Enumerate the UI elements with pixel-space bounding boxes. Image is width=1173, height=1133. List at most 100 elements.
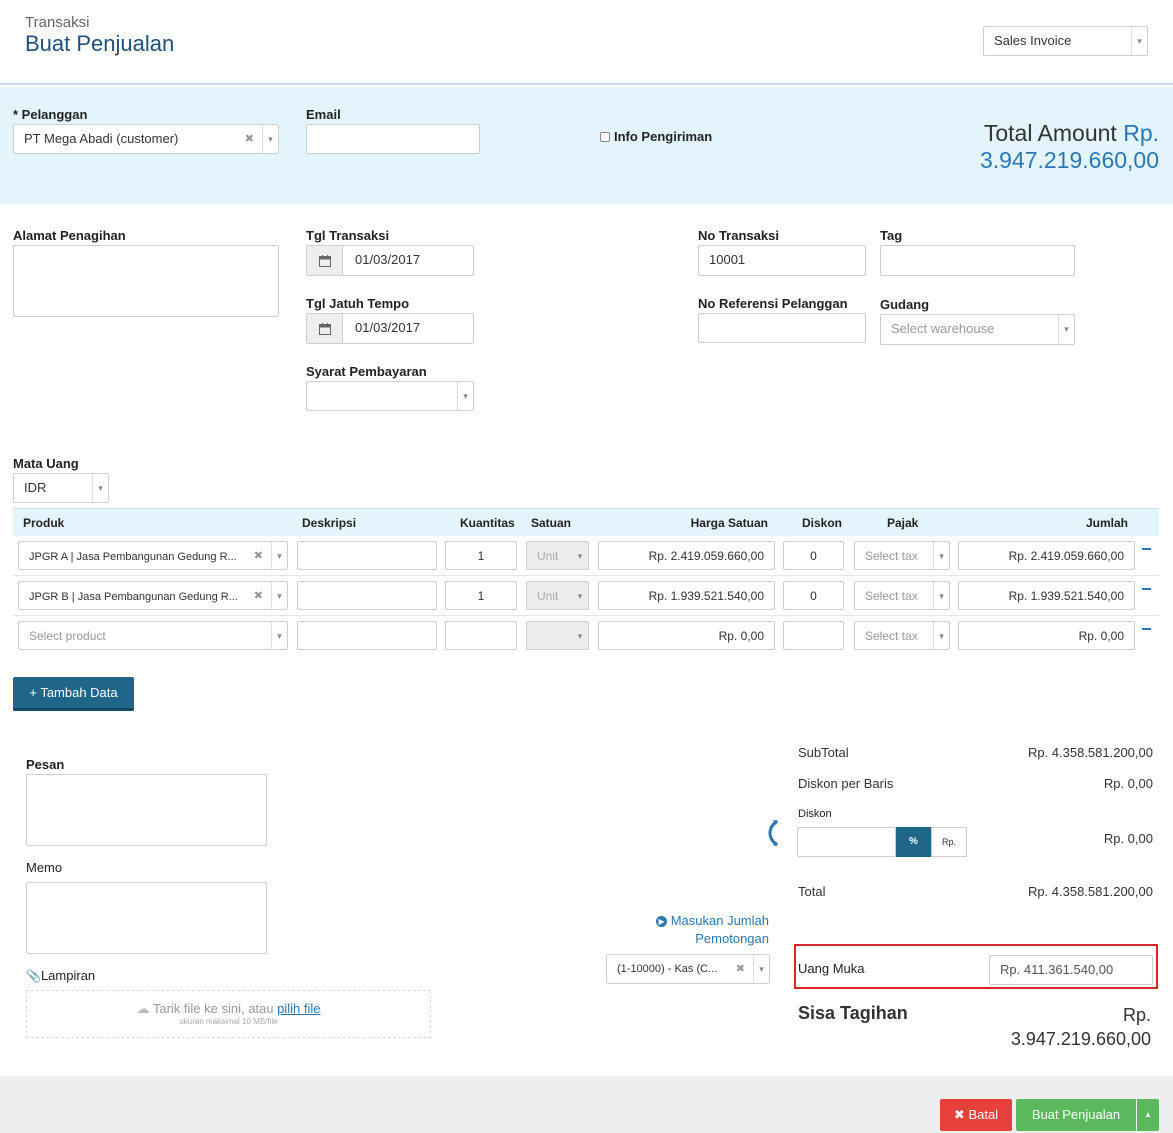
chevron-down-icon: ▾ [933, 622, 949, 649]
remove-row-icon[interactable] [1142, 628, 1151, 630]
transaction-date-input[interactable]: 01/03/2017 [306, 245, 474, 276]
amount-input[interactable]: Rp. 0,00 [958, 621, 1135, 650]
unit-price-input[interactable]: Rp. 0,00 [598, 621, 775, 650]
chevron-down-icon: ▾ [457, 382, 473, 410]
breadcrumb: Transaksi [25, 14, 90, 31]
unit-value: Unit [537, 589, 559, 603]
discount-input[interactable]: 0 [783, 541, 844, 570]
discount-input[interactable] [797, 827, 896, 857]
remove-row-icon[interactable] [1142, 548, 1151, 550]
total-amount: Total Amount Rp. 3.947.219.660,00 [980, 120, 1159, 174]
choose-file-link[interactable]: pilih file [277, 1001, 320, 1016]
col-product: Produk [23, 516, 65, 530]
amount-input[interactable]: Rp. 1.939.521.540,00 [958, 581, 1135, 610]
quantity-input[interactable] [445, 621, 517, 650]
unit-select: ▾ [526, 621, 589, 650]
clear-icon[interactable]: ✖ [254, 582, 263, 609]
transaction-no-input[interactable]: 10001 [698, 245, 866, 276]
tax-select[interactable]: Select tax ▾ [854, 621, 950, 650]
unit-price-input[interactable]: Rp. 1.939.521.540,00 [598, 581, 775, 610]
billing-address-input[interactable] [13, 245, 279, 317]
create-sale-button[interactable]: Buat Penjualan [1016, 1099, 1136, 1131]
tax-select[interactable]: Select tax ▾ [854, 581, 950, 610]
currency-value: IDR [24, 480, 47, 495]
calendar-icon[interactable] [307, 314, 343, 343]
template-select-value: Sales Invoice [994, 33, 1072, 48]
chevron-down-icon: ▾ [753, 955, 769, 983]
total-label: Total [798, 884, 826, 899]
total-amount-value: 3.947.219.660,00 [979, 147, 1159, 173]
clear-icon[interactable]: ✖ [254, 542, 263, 569]
chevron-down-icon: ▾ [271, 622, 287, 649]
add-deduction-link[interactable]: ▶ Masukan Jumlah Pemotongan [600, 912, 769, 948]
create-sale-options-button[interactable]: ▲ [1137, 1099, 1159, 1131]
total-value: Rp. 4.358.581.200,00 [1027, 884, 1153, 899]
file-dropzone[interactable]: ☁ Tarik file ke sini, atau pilih file uk… [26, 990, 431, 1038]
cancel-button[interactable]: ✖ Batal [940, 1099, 1012, 1131]
warehouse-select[interactable]: Select warehouse ▾ [880, 314, 1075, 345]
currency-select[interactable]: IDR ▾ [13, 473, 109, 503]
description-input[interactable] [297, 621, 437, 650]
add-row-button[interactable]: + Tambah Data [13, 677, 134, 711]
email-field[interactable] [306, 124, 480, 154]
chevron-up-icon: ▲ [1144, 1110, 1152, 1119]
chevron-down-icon: ▾ [577, 631, 583, 641]
product-placeholder: Select product [29, 629, 106, 643]
payment-terms-select[interactable]: ▾ [306, 381, 474, 411]
clear-icon[interactable]: ✖ [245, 125, 254, 153]
col-tax: Pajak [887, 516, 919, 530]
deduction-account-value: (1-10000) - Kas (C... [617, 963, 718, 975]
template-select[interactable]: Sales Invoice ▾ [983, 26, 1148, 56]
close-icon: ✖ [953, 1107, 965, 1122]
deduction-account-select[interactable]: (1-10000) - Kas (C... ✖ ▾ [606, 954, 770, 984]
unit-value: Unit [537, 549, 559, 563]
memo-input[interactable] [26, 882, 267, 954]
col-quantity: Kuantitas [460, 516, 515, 530]
col-discount: Diskon [802, 516, 843, 530]
discount-input[interactable]: 0 [783, 581, 844, 610]
discount-percent-toggle[interactable]: % [896, 827, 931, 857]
shipping-info-toggle[interactable]: Info Pengiriman [600, 129, 712, 144]
deposit-input[interactable]: Rp. 411.361.540,00 [989, 955, 1153, 985]
email-label: Email [306, 107, 341, 122]
attachment-label: Lampiran [40, 968, 96, 983]
clear-icon[interactable]: ✖ [736, 955, 745, 983]
currency-label: Mata Uang [13, 456, 79, 471]
line-discount-label: Diskon per Baris [798, 776, 894, 791]
customer-select-value: PT Mega Abadi (customer) [24, 131, 179, 146]
tax-select[interactable]: Select tax ▾ [854, 541, 950, 570]
amount-input[interactable]: Rp. 2.419.059.660,00 [958, 541, 1135, 570]
customer-select[interactable]: PT Mega Abadi (customer) ✖ ▾ [13, 124, 279, 154]
remove-row-icon[interactable] [1142, 588, 1151, 590]
dropzone-text-row: ☁ Tarik file ke sini, atau pilih file [27, 1001, 430, 1017]
paperclip-icon: 📎 [26, 969, 41, 983]
tag-input[interactable] [880, 245, 1075, 276]
line-discount-value: Rp. 0,00 [1103, 776, 1153, 791]
customer-ref-input[interactable] [698, 313, 866, 343]
refresh-icon[interactable] [768, 818, 780, 851]
product-select[interactable]: JPGR A | Jasa Pembangunan Gedung R... ✖ … [18, 541, 288, 570]
warehouse-label: Gudang [880, 297, 930, 312]
discount-input[interactable] [783, 621, 844, 650]
unit-price-input[interactable]: Rp. 2.419.059.660,00 [598, 541, 775, 570]
quantity-input[interactable]: 1 [445, 581, 517, 610]
description-input[interactable] [297, 541, 437, 570]
cancel-label: Batal [968, 1107, 999, 1122]
due-date-value: 01/03/2017 [355, 320, 421, 335]
arrow-right-circle-icon: ▶ [656, 916, 668, 928]
balance-currency: Rp. [1122, 1005, 1151, 1025]
deposit-label: Uang Muka [798, 961, 865, 976]
balance-value: 3.947.219.660,00 [1010, 1029, 1151, 1049]
quantity-input[interactable]: 1 [445, 541, 517, 570]
description-input[interactable] [297, 581, 437, 610]
message-input[interactable] [26, 774, 267, 846]
due-date-input[interactable]: 01/03/2017 [306, 313, 474, 344]
product-select[interactable]: JPGR B | Jasa Pembangunan Gedung R... ✖ … [18, 581, 288, 610]
product-select[interactable]: Select product ▾ [18, 621, 288, 650]
discount-label: Diskon [798, 808, 832, 820]
shipping-checkbox[interactable] [600, 131, 610, 142]
col-unit-price: Harga Satuan [690, 516, 768, 530]
chevron-down-icon: ▾ [271, 542, 287, 569]
transaction-date-label: Tgl Transaksi [306, 228, 390, 243]
calendar-icon[interactable] [307, 246, 343, 275]
